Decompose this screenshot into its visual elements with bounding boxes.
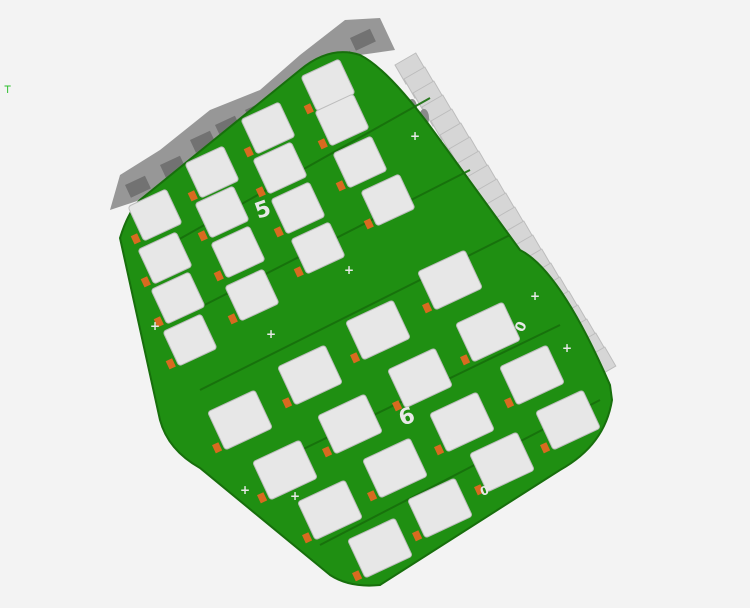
- pcb-render: 5 6 0 0 +++ ++++++: [110, 18, 617, 587]
- silk-plus-mark: +: [240, 483, 250, 497]
- silk-plus-mark: +: [344, 263, 354, 277]
- 3d-viewport[interactable]: ⊤ 5 6 0 0 + + + + + + + + +: [0, 0, 750, 604]
- silk-plus-mark: +: [410, 129, 420, 143]
- silk-plus-mark: +: [562, 341, 572, 355]
- silk-plus-mark: +: [290, 489, 300, 503]
- silk-plus-mark: +: [150, 319, 160, 333]
- silk-plus-mark: +: [442, 433, 452, 447]
- silk-plus-mark: +: [266, 327, 276, 341]
- axis-indicator-icon: ⊤: [4, 82, 12, 96]
- silk-plus-mark: +: [530, 289, 540, 303]
